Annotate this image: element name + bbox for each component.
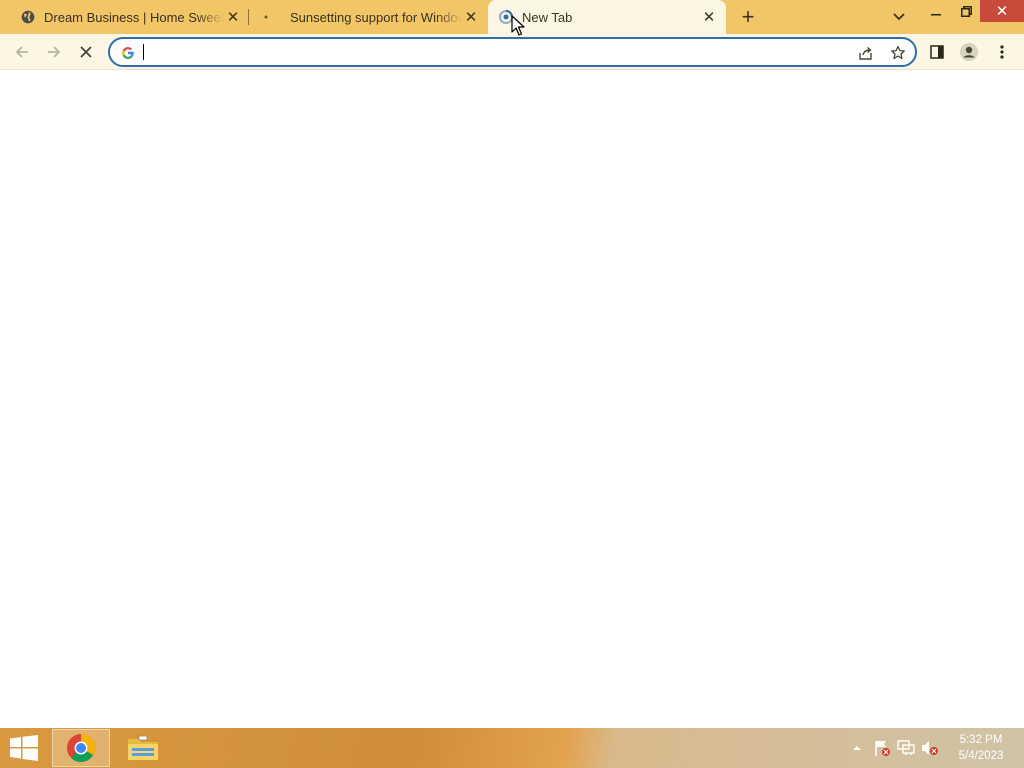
tab-search-chevron-icon[interactable] xyxy=(888,6,910,28)
share-icon[interactable] xyxy=(856,43,876,63)
close-window-button[interactable]: ✕ xyxy=(980,0,1024,22)
tab-title: Dream Business | Home Sweet Home xyxy=(44,9,224,25)
chrome-icon xyxy=(67,734,95,763)
tab-separator xyxy=(248,9,249,25)
google-g-icon xyxy=(120,45,136,61)
minimize-button[interactable] xyxy=(920,0,952,22)
kebab-menu-icon xyxy=(1000,45,1004,59)
action-center-flag-icon[interactable] xyxy=(872,728,892,768)
tab-close-icon[interactable]: ✕ xyxy=(224,8,242,26)
stop-loading-icon xyxy=(80,46,92,58)
network-icon[interactable] xyxy=(896,728,916,768)
back-arrow-icon xyxy=(15,46,28,58)
minimize-icon xyxy=(931,14,941,16)
show-hidden-icons-chevron[interactable] xyxy=(850,728,864,768)
star-icon[interactable] xyxy=(888,43,908,63)
back-button[interactable] xyxy=(9,39,35,65)
system-clock[interactable]: 5:32 PM 5/4/2023 xyxy=(946,732,1016,764)
profile-button[interactable] xyxy=(956,39,982,65)
tab-title: Sunsetting support for Windows 7 xyxy=(290,9,462,25)
restore-icon xyxy=(960,5,972,17)
windows-taskbar: 5:32 PM 5/4/2023 xyxy=(0,728,1024,768)
clock-date: 5/4/2023 xyxy=(958,750,1004,762)
tab-close-icon[interactable]: ✕ xyxy=(462,8,480,26)
forward-button[interactable] xyxy=(41,39,67,65)
address-bar[interactable] xyxy=(108,37,917,67)
tab-sunsetting-support[interactable]: Sunsetting support for Windows 7 ✕ xyxy=(250,0,486,34)
clock-time: 5:32 PM xyxy=(959,734,1003,746)
tab-title: New Tab xyxy=(522,9,573,25)
text-caret xyxy=(143,44,144,60)
chrome-menu-button[interactable] xyxy=(989,39,1015,65)
tab-close-icon[interactable]: ✕ xyxy=(700,8,718,26)
stop-loading-button[interactable] xyxy=(73,39,99,65)
side-panel-button[interactable] xyxy=(924,39,950,65)
page-content xyxy=(0,70,1024,728)
file-explorer-icon xyxy=(128,735,158,760)
omnibox-input[interactable] xyxy=(142,42,842,62)
profile-avatar-icon xyxy=(960,43,978,61)
tab-dream-business[interactable]: Dream Business | Home Sweet Home ✕ xyxy=(12,0,248,34)
windows-logo-icon xyxy=(10,735,38,761)
close-icon: ✕ xyxy=(995,3,1009,20)
start-button[interactable] xyxy=(0,728,48,768)
browser-toolbar xyxy=(0,34,1024,70)
taskbar-file-explorer[interactable] xyxy=(114,729,172,767)
restore-button[interactable] xyxy=(952,0,980,22)
mouse-cursor-icon xyxy=(511,15,525,36)
forward-arrow-icon xyxy=(48,46,61,58)
volume-muted-icon[interactable] xyxy=(920,728,940,768)
new-tab-button[interactable]: + xyxy=(736,4,760,29)
side-panel-icon xyxy=(930,45,944,59)
taskbar-chrome[interactable] xyxy=(52,729,110,767)
globe-icon xyxy=(20,9,36,25)
dot-icon xyxy=(258,9,274,25)
